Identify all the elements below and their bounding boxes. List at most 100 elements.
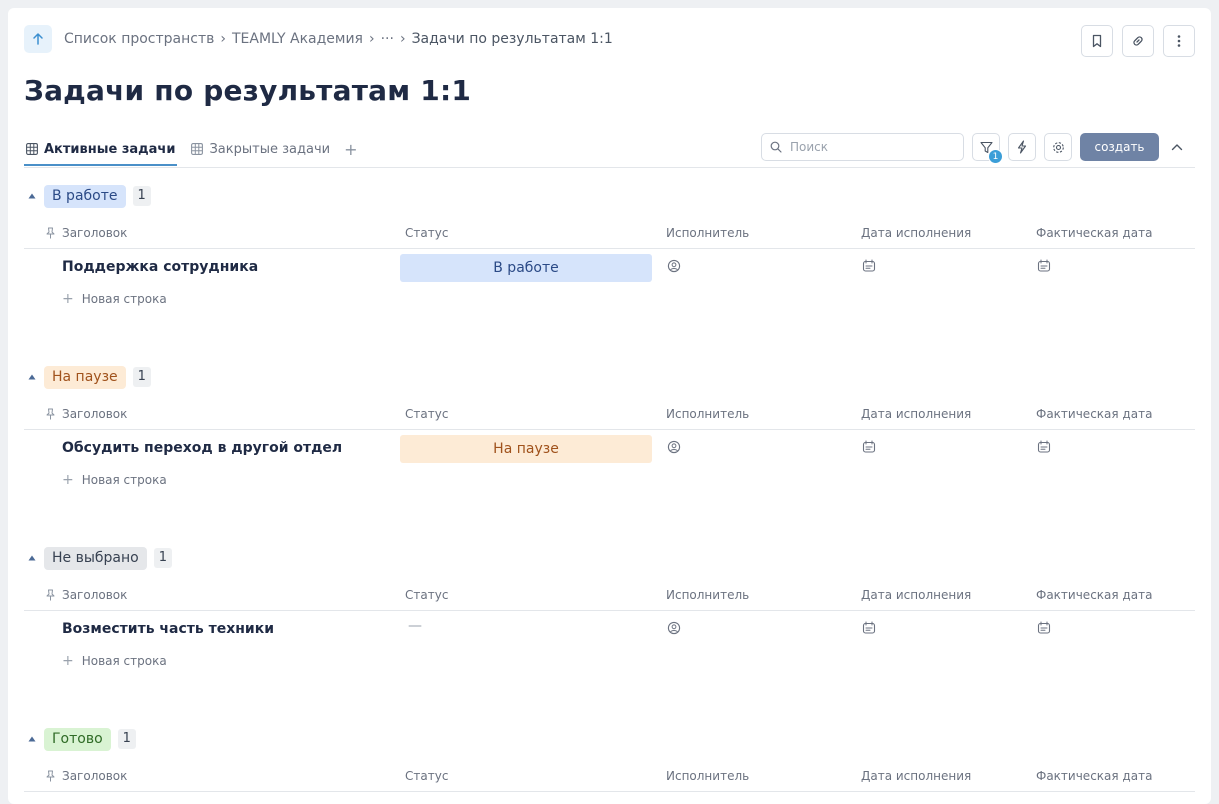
caret-up-icon[interactable] [24,365,40,389]
group-count: 1 [153,548,172,568]
column-assignee: Исполнитель [666,226,750,240]
column-title: Заголовок [46,226,127,240]
column-status: Статус [405,769,449,783]
new-row-button[interactable]: + Новая строка [62,653,167,669]
chevron-right-icon: › [368,31,375,47]
breadcrumb-ellipsis[interactable]: ··· [381,31,394,47]
more-options-button[interactable] [1163,25,1195,57]
automation-button[interactable] [1008,133,1036,161]
view-tabs: Активные задачи Закрытые задачи + [24,132,357,166]
chevron-up-icon [1171,144,1183,151]
new-row-label: Новая строка [81,292,167,306]
add-tab-button[interactable]: + [344,140,357,159]
group-header[interactable]: Не выбрано 1 [24,546,172,570]
breadcrumb: Список пространств › TEAMLY Академия › ·… [64,31,613,47]
group-header[interactable]: На паузе 1 [24,365,151,389]
search-input[interactable] [788,139,948,155]
column-title: Заголовок [46,769,127,783]
column-status: Статус [405,226,449,240]
column-title-label: Заголовок [62,588,128,602]
caret-up-icon[interactable] [24,546,40,570]
status-chip[interactable]: На паузе [400,435,652,463]
breadcrumb-item-spaces[interactable]: Список пространств [64,31,214,47]
calendar-icon[interactable] [862,259,876,273]
calendar-icon[interactable] [1037,259,1051,273]
column-header-row: Заголовок Статус Исполнитель Дата исполн… [24,401,1195,430]
group-status-pill: Готово [44,727,111,751]
tab-label: Закрытые задачи [209,141,331,157]
tab-label: Активные задачи [44,141,176,157]
breadcrumb-current: Задачи по результатам 1:1 [411,31,613,47]
top-actions [1081,25,1195,57]
group-header[interactable]: Готово 1 [24,727,136,751]
link-icon [1133,36,1143,46]
bookmark-icon [1092,34,1102,48]
group-count: 1 [117,729,136,749]
task-title[interactable]: Возместить часть техники [62,621,274,637]
calendar-icon[interactable] [862,440,876,454]
column-title-label: Заголовок [62,769,128,783]
caret-up-icon[interactable] [24,184,40,208]
table-row[interactable]: Поддержка сотрудника В работе [24,250,1195,286]
gear-icon [1052,141,1064,153]
table-icon [191,143,204,155]
user-icon[interactable] [667,259,681,273]
go-up-button[interactable] [24,25,52,53]
caret-up-icon[interactable] [24,727,40,751]
pin-icon [46,770,55,782]
column-title-label: Заголовок [62,226,128,240]
more-vertical-icon [1177,35,1181,47]
collapse-button[interactable] [1168,138,1186,156]
bookmark-button[interactable] [1081,25,1113,57]
calendar-icon[interactable] [1037,440,1051,454]
column-title: Заголовок [46,588,127,602]
new-row-label: Новая строка [81,473,167,487]
column-header-row: Заголовок Статус Исполнитель Дата исполн… [24,220,1195,249]
pin-icon [46,589,55,601]
settings-button[interactable] [1044,133,1072,161]
breadcrumb-item-academy[interactable]: TEAMLY Академия [232,31,363,47]
table-icon [26,143,38,155]
column-status: Статус [405,588,449,602]
new-row-button[interactable]: + Новая строка [62,472,167,488]
tabs-divider [24,167,1195,168]
task-title[interactable]: Поддержка сотрудника [62,259,258,275]
table-row[interactable]: Обсудить переход в другой отдел На паузе [24,431,1195,467]
column-due-date: Дата исполнения [861,769,972,783]
calendar-icon[interactable] [862,621,876,635]
calendar-icon[interactable] [1037,621,1051,635]
search-icon [770,141,782,153]
new-row-button[interactable]: + Новая строка [62,291,167,307]
chevron-right-icon: › [399,31,406,47]
tab-closed-tasks[interactable]: Закрытые задачи [189,132,332,166]
filter-button[interactable]: 1 [972,133,1003,164]
plus-icon: + [62,653,74,669]
chevron-right-icon: › [220,31,226,47]
table-row[interactable]: Возместить часть техники — [24,612,1195,648]
group-header[interactable]: В работе 1 [24,184,151,208]
column-assignee: Исполнитель [666,588,750,602]
copy-link-button[interactable] [1122,25,1154,57]
task-title[interactable]: Обсудить переход в другой отдел [62,440,342,456]
column-header-row: Заголовок Статус Исполнитель Дата исполн… [24,582,1195,611]
pin-icon [46,227,55,239]
group-status-pill: Не выбрано [44,546,147,570]
status-empty[interactable]: — [408,618,422,634]
column-status: Статус [405,407,449,421]
pin-icon [46,408,55,420]
column-due-date: Дата исполнения [861,407,972,421]
status-chip[interactable]: В работе [400,254,652,282]
user-icon[interactable] [667,621,681,635]
column-actual-date: Фактическая дата [1036,769,1153,783]
create-button[interactable]: создать [1080,133,1159,161]
page-title: Задачи по результатам 1:1 [24,74,472,107]
group-count: 1 [132,186,151,206]
tab-active-tasks[interactable]: Активные задачи [24,132,178,166]
search-box[interactable] [761,133,964,161]
filter-count-badge: 1 [988,149,1003,164]
user-icon[interactable] [667,440,681,454]
top-bar: Список пространств › TEAMLY Академия › ·… [24,25,1195,57]
column-assignee: Исполнитель [666,769,750,783]
page: Список пространств › TEAMLY Академия › ·… [8,8,1211,804]
column-actual-date: Фактическая дата [1036,588,1153,602]
